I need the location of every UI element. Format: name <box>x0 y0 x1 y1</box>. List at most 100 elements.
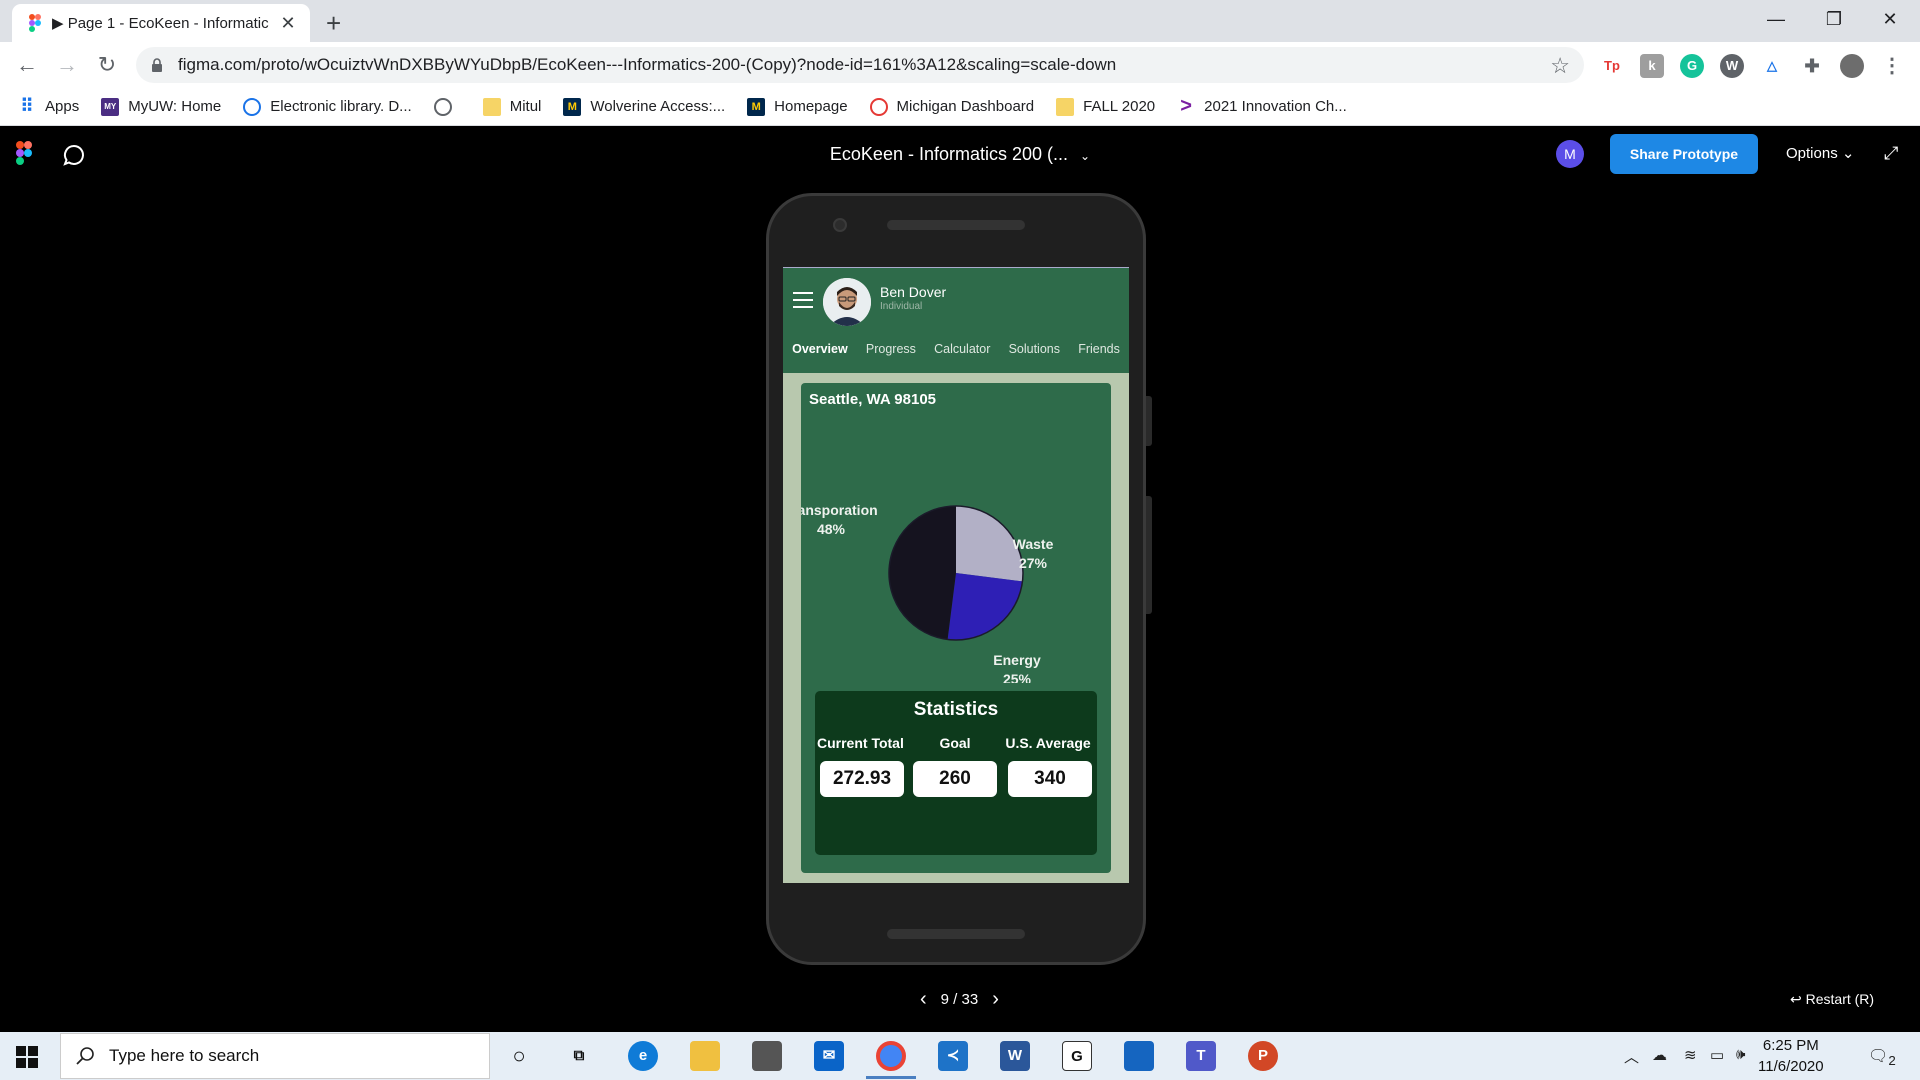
bookmark-item[interactable] <box>433 97 461 116</box>
extension-icon[interactable]: k <box>1640 54 1664 78</box>
tab-calculator[interactable]: Calculator <box>934 342 990 356</box>
edge-icon[interactable]: e <box>628 1041 658 1071</box>
notifications-icon[interactable]: 🗨2 <box>1868 1046 1896 1068</box>
current-total-stat: Current Total 272.93 <box>817 735 904 797</box>
goal-value: 260 <box>913 761 997 797</box>
mail-icon[interactable]: ✉ <box>814 1041 844 1071</box>
next-page-icon[interactable]: › <box>992 988 999 1011</box>
bookmark-item[interactable]: FALL 2020 <box>1056 97 1155 116</box>
statistics-title: Statistics <box>913 699 999 720</box>
bookmark-item[interactable]: Mitul <box>482 97 541 116</box>
bookmark-item[interactable]: MY MyUW: Home <box>101 97 222 116</box>
grammarly-icon[interactable]: G <box>1680 54 1704 78</box>
michigan-m-icon: M <box>747 97 766 116</box>
onedrive-icon[interactable]: ☁ <box>1652 1046 1667 1064</box>
wordtune-icon[interactable]: W <box>1720 54 1744 78</box>
options-button[interactable]: Options ⌄ <box>1786 144 1854 162</box>
pie-percent-energy: 25% <box>1003 671 1032 683</box>
close-window-button[interactable]: ✕ <box>1862 4 1918 34</box>
dashboard-icon <box>869 97 888 116</box>
tab-overview[interactable]: Overview <box>792 342 848 356</box>
previous-page-icon[interactable]: ‹ <box>920 988 927 1011</box>
store-icon[interactable] <box>752 1041 782 1071</box>
clock-date: 11/6/2020 <box>1758 1058 1824 1075</box>
figma-header: EcoKeen - Informatics 200 (... ⌄ M Share … <box>0 127 1920 181</box>
task-view-icon[interactable]: ⧉ <box>564 1041 594 1071</box>
phone-side-button <box>1146 396 1152 446</box>
word-icon[interactable]: W <box>1000 1041 1030 1071</box>
bookmark-label: Electronic library. D... <box>270 98 412 115</box>
taskbar-clock[interactable]: 6:25 PM 11/6/2020 <box>1758 1035 1824 1077</box>
bookmark-label: 2021 Innovation Ch... <box>1204 98 1347 115</box>
new-tab-button[interactable]: + <box>326 8 341 39</box>
bookmark-star-icon[interactable]: ☆ <box>1550 53 1570 79</box>
expand-icon[interactable]: ⤢ <box>1884 143 1898 164</box>
goal-stat: Goal 260 <box>913 735 997 797</box>
tab-title: ▶ Page 1 - EcoKeen - Informatic <box>52 15 269 32</box>
folder-icon <box>1056 97 1075 116</box>
drive-extension-icon[interactable]: △ <box>1760 54 1784 78</box>
hamburger-menu-icon[interactable] <box>793 292 813 312</box>
page-counter: 9 / 33 <box>940 991 979 1008</box>
figma-favicon-icon <box>29 14 41 32</box>
pie-percent-waste: 27% <box>1019 555 1048 571</box>
search-icon <box>76 1047 94 1065</box>
pie-slice-energy <box>947 573 1023 640</box>
tab-friends[interactable]: Friends <box>1078 342 1120 356</box>
vscode-icon[interactable]: ≺ <box>938 1041 968 1071</box>
chrome-icon[interactable] <box>876 1041 906 1071</box>
extensions-puzzle-icon[interactable]: ✚ <box>1800 54 1824 78</box>
tab-close-icon[interactable]: ✕ <box>276 13 300 34</box>
file-explorer-icon[interactable] <box>690 1041 720 1071</box>
restore-button[interactable]: ❐ <box>1806 4 1862 34</box>
windows-start-icon[interactable] <box>16 1046 38 1068</box>
profile-avatar[interactable] <box>823 278 871 326</box>
pie-slice-transporation <box>889 506 956 640</box>
tab-progress[interactable]: Progress <box>866 342 916 356</box>
restart-button[interactable]: ↩ Restart (R) <box>1790 991 1874 1008</box>
myuw-icon: MY <box>101 97 120 116</box>
cortana-icon[interactable]: ○ <box>504 1041 534 1071</box>
taskbar-search[interactable]: Type here to search <box>60 1033 490 1079</box>
emissions-pie-chart: Transporation 48% Waste 27% Energy 25% <box>801 502 1054 683</box>
browser-tab[interactable]: ▶ Page 1 - EcoKeen - Informatic ✕ <box>12 4 310 42</box>
globe-icon <box>243 97 262 116</box>
bookmark-item[interactable]: >2021 Innovation Ch... <box>1177 95 1347 117</box>
bookmark-label: Michigan Dashboard <box>896 98 1035 115</box>
reload-icon[interactable]: ↻ <box>92 50 122 80</box>
bookmark-item[interactable]: ⠿ Apps <box>18 96 80 116</box>
battery-icon[interactable]: ▭ <box>1710 1046 1724 1064</box>
pie-percent-transporation: 48% <box>817 521 846 537</box>
powerpoint-icon[interactable]: P <box>1248 1041 1278 1071</box>
tab-solutions[interactable]: Solutions <box>1009 342 1060 356</box>
phone-speaker <box>887 220 1025 230</box>
chevron-down-icon: ⌄ <box>1080 149 1091 163</box>
us-average-label: U.S. Average <box>1005 735 1091 751</box>
back-arrow-icon[interactable]: ← <box>12 50 42 80</box>
chevron-brand-icon: > <box>1180 95 1192 117</box>
tp-extension-icon[interactable]: Tp <box>1600 54 1624 78</box>
app-tab-bar: Overview Progress Calculator Solutions F… <box>783 342 1129 356</box>
forward-arrow-icon[interactable]: → <box>52 50 82 80</box>
statistics-panel: Statistics Current Total 272.93 Goal 260… <box>815 691 1097 855</box>
minimize-button[interactable]: — <box>1748 4 1804 34</box>
user-avatar[interactable]: M <box>1556 140 1584 168</box>
volume-icon[interactable]: 🕪 <box>1736 1046 1745 1063</box>
profile-avatar-icon[interactable] <box>1840 54 1864 78</box>
wifi-icon[interactable]: ≋ <box>1684 1046 1697 1064</box>
browser-menu-icon[interactable]: ⋮ <box>1880 54 1904 78</box>
current-total-value: 272.93 <box>820 761 904 797</box>
window-app-icon[interactable] <box>1124 1041 1154 1071</box>
teams-icon[interactable]: T <box>1186 1041 1216 1071</box>
bookmark-label: Apps <box>45 98 80 115</box>
us-average-stat: U.S. Average 340 <box>1001 735 1095 797</box>
bookmark-item[interactable]: Michigan Dashboard <box>869 97 1035 116</box>
address-bar[interactable]: figma.com/proto/wOcuiztvWnDXBByWYuDbpB/E… <box>136 47 1584 83</box>
bookmark-item[interactable]: M Homepage <box>747 97 848 116</box>
bookmark-item[interactable]: M Wolverine Access:... <box>563 97 725 116</box>
bookmark-item[interactable]: Electronic library. D... <box>243 97 412 116</box>
tray-chevron-icon[interactable]: ︿ <box>1624 1046 1639 1067</box>
g-app-icon[interactable]: G <box>1062 1041 1092 1071</box>
bookmark-label: MyUW: Home <box>128 98 222 115</box>
share-prototype-button[interactable]: Share Prototype <box>1610 134 1758 174</box>
